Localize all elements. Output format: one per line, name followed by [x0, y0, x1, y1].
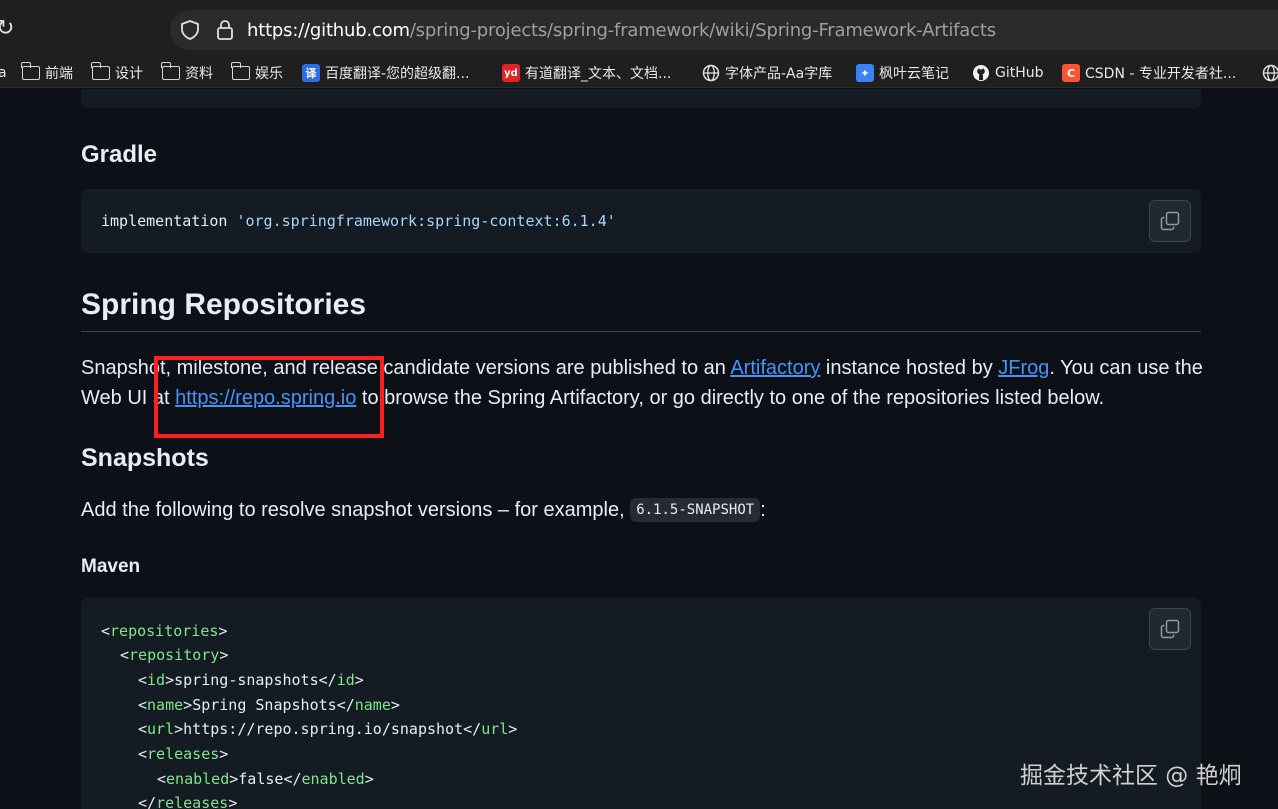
- wiki-content: Gradle implementation 'org.springframewo…: [0, 89, 1278, 809]
- maven-heading: Maven: [81, 556, 141, 577]
- bookmark-folder-resources[interactable]: 资料: [161, 62, 213, 83]
- bookmark-more[interactable]: [1262, 63, 1278, 83]
- paragraph-text: :: [760, 499, 766, 521]
- bookmark-folder-entertainment[interactable]: 娱乐: [231, 62, 283, 83]
- url-host: https://github.com: [247, 20, 410, 41]
- address-bar[interactable]: https://github.com/spring-projects/sprin…: [170, 10, 1278, 50]
- paragraph-text: . You can use the: [1049, 357, 1203, 379]
- gradle-code-line: implementation 'org.springframework:spri…: [101, 212, 616, 230]
- previous-code-block: [81, 89, 1201, 108]
- bookmark-baidu-translate[interactable]: 译百度翻译-您的超级翻...: [302, 63, 469, 83]
- artifactory-link[interactable]: Artifactory: [730, 357, 820, 379]
- bookmark-label: CSDN - 专业开发者社...: [1085, 66, 1237, 82]
- folder-icon: [161, 62, 180, 80]
- youdao-icon: yd: [502, 64, 520, 82]
- bookmark-label: 娱乐: [255, 66, 283, 82]
- browser-toolbar: ↻ https://github.com/spring-projects/spr…: [0, 0, 1278, 58]
- copy-icon: [1160, 211, 1180, 231]
- code-line: <enabled>false</enabled>: [157, 770, 374, 788]
- baidu-translate-icon: 译: [302, 64, 320, 82]
- folder-icon: [21, 62, 40, 80]
- code-line: <name>Spring Snapshots</name>: [138, 696, 400, 714]
- code-line: <repositories>: [101, 622, 228, 640]
- paragraph-text: instance hosted by: [820, 357, 999, 379]
- code-tag: releases: [147, 745, 220, 763]
- copy-icon: [1160, 619, 1180, 639]
- gradle-heading: Gradle: [81, 141, 158, 168]
- folder-icon: [231, 62, 250, 80]
- code-string: 'org.springframework:spring-context:6.1.…: [236, 212, 616, 230]
- url-text[interactable]: https://github.com/spring-projects/sprin…: [247, 20, 996, 41]
- bookmark-maple-notes[interactable]: ✦ 枫叶云笔记: [856, 63, 949, 83]
- code-value: false: [238, 770, 284, 788]
- code-tag: id: [147, 671, 166, 689]
- reload-icon[interactable]: ↻: [0, 16, 16, 42]
- code-tag: url: [481, 720, 509, 738]
- spring-repositories-heading: Spring Repositories: [81, 288, 367, 321]
- code-keyword: implementation: [101, 212, 237, 230]
- code-value: Spring Snapshots: [192, 696, 337, 714]
- code-tag: id: [336, 671, 355, 689]
- url-path: /spring-projects/spring-framework/wiki/S…: [409, 20, 996, 41]
- code-line: </releases>: [138, 794, 237, 809]
- bookmark-label: 字体产品-Aa字库: [725, 66, 833, 82]
- bookmark-a[interactable]: a: [0, 63, 7, 83]
- code-line: <url>https://repo.spring.io/snapshot</ur…: [138, 720, 518, 738]
- bookmark-label: 资料: [185, 66, 213, 82]
- github-icon: [972, 64, 990, 82]
- code-tag: enabled: [166, 770, 230, 788]
- snapshots-heading: Snapshots: [81, 444, 209, 472]
- copy-button[interactable]: [1149, 608, 1191, 650]
- bookmark-github[interactable]: GitHub: [972, 63, 1044, 83]
- bookmark-folder-frontend[interactable]: 前端: [21, 62, 73, 83]
- bookmark-youdao-translate[interactable]: yd 有道翻译_文本、文档...: [502, 63, 671, 83]
- watermark: 掘金技术社区 @ 艳炯: [1020, 763, 1242, 789]
- paragraph-text: to browse the Spring Artifactory, or go …: [356, 387, 1105, 409]
- bookmark-label: GitHub: [995, 65, 1044, 81]
- bookmark-label: 设计: [115, 66, 143, 82]
- jfrog-link[interactable]: JFrog: [998, 357, 1049, 379]
- code-value: spring-snapshots: [174, 671, 319, 689]
- code-value: https://repo.spring.io/snapshot: [183, 720, 464, 738]
- globe-icon: [1262, 64, 1278, 82]
- code-line: <repository>: [120, 646, 229, 664]
- code-tag: releases: [156, 794, 229, 809]
- shield-icon[interactable]: [180, 20, 200, 40]
- code-tag: repositories: [110, 622, 219, 640]
- highlight-box: [154, 356, 384, 438]
- bookmark-label: 有道翻译_文本、文档...: [525, 66, 672, 82]
- bookmark-label: a: [0, 65, 7, 81]
- code-tag: repository: [129, 646, 220, 664]
- bookmark-label: 前端: [45, 66, 73, 82]
- bookmarks-bar: a 前端 设计 资料 娱乐 译百度翻译-您的超级翻... yd 有道翻译_文本、文…: [0, 58, 1278, 88]
- heading-divider: [81, 331, 1201, 332]
- bookmark-label: 百度翻译-您的超级翻...: [325, 66, 470, 82]
- bookmark-font-products[interactable]: 字体产品-Aa字库: [702, 63, 832, 83]
- snapshot-version-code: 6.1.5-SNAPSHOT: [630, 498, 761, 522]
- paragraph-text: Add the following to resolve snapshot ve…: [81, 499, 631, 521]
- bookmark-folder-design[interactable]: 设计: [91, 62, 143, 83]
- globe-icon: [702, 64, 720, 82]
- code-tag: name: [354, 696, 391, 714]
- code-line: <releases>: [138, 745, 229, 763]
- bookmark-label: 枫叶云笔记: [879, 66, 949, 82]
- code-tag: enabled: [301, 770, 365, 788]
- code-line: <id>spring-snapshots</id>: [138, 671, 364, 689]
- snapshots-paragraph: Add the following to resolve snapshot ve…: [81, 495, 766, 525]
- copy-button[interactable]: [1149, 200, 1191, 242]
- lock-icon[interactable]: [216, 19, 234, 41]
- code-tag: url: [147, 720, 175, 738]
- gradle-code-block: implementation 'org.springframework:spri…: [81, 189, 1201, 253]
- bookmark-csdn[interactable]: C CSDN - 专业开发者社...: [1062, 63, 1236, 83]
- maple-notes-icon: ✦: [856, 64, 874, 82]
- csdn-icon: C: [1062, 64, 1080, 82]
- code-tag: name: [147, 696, 184, 714]
- folder-icon: [91, 62, 110, 80]
